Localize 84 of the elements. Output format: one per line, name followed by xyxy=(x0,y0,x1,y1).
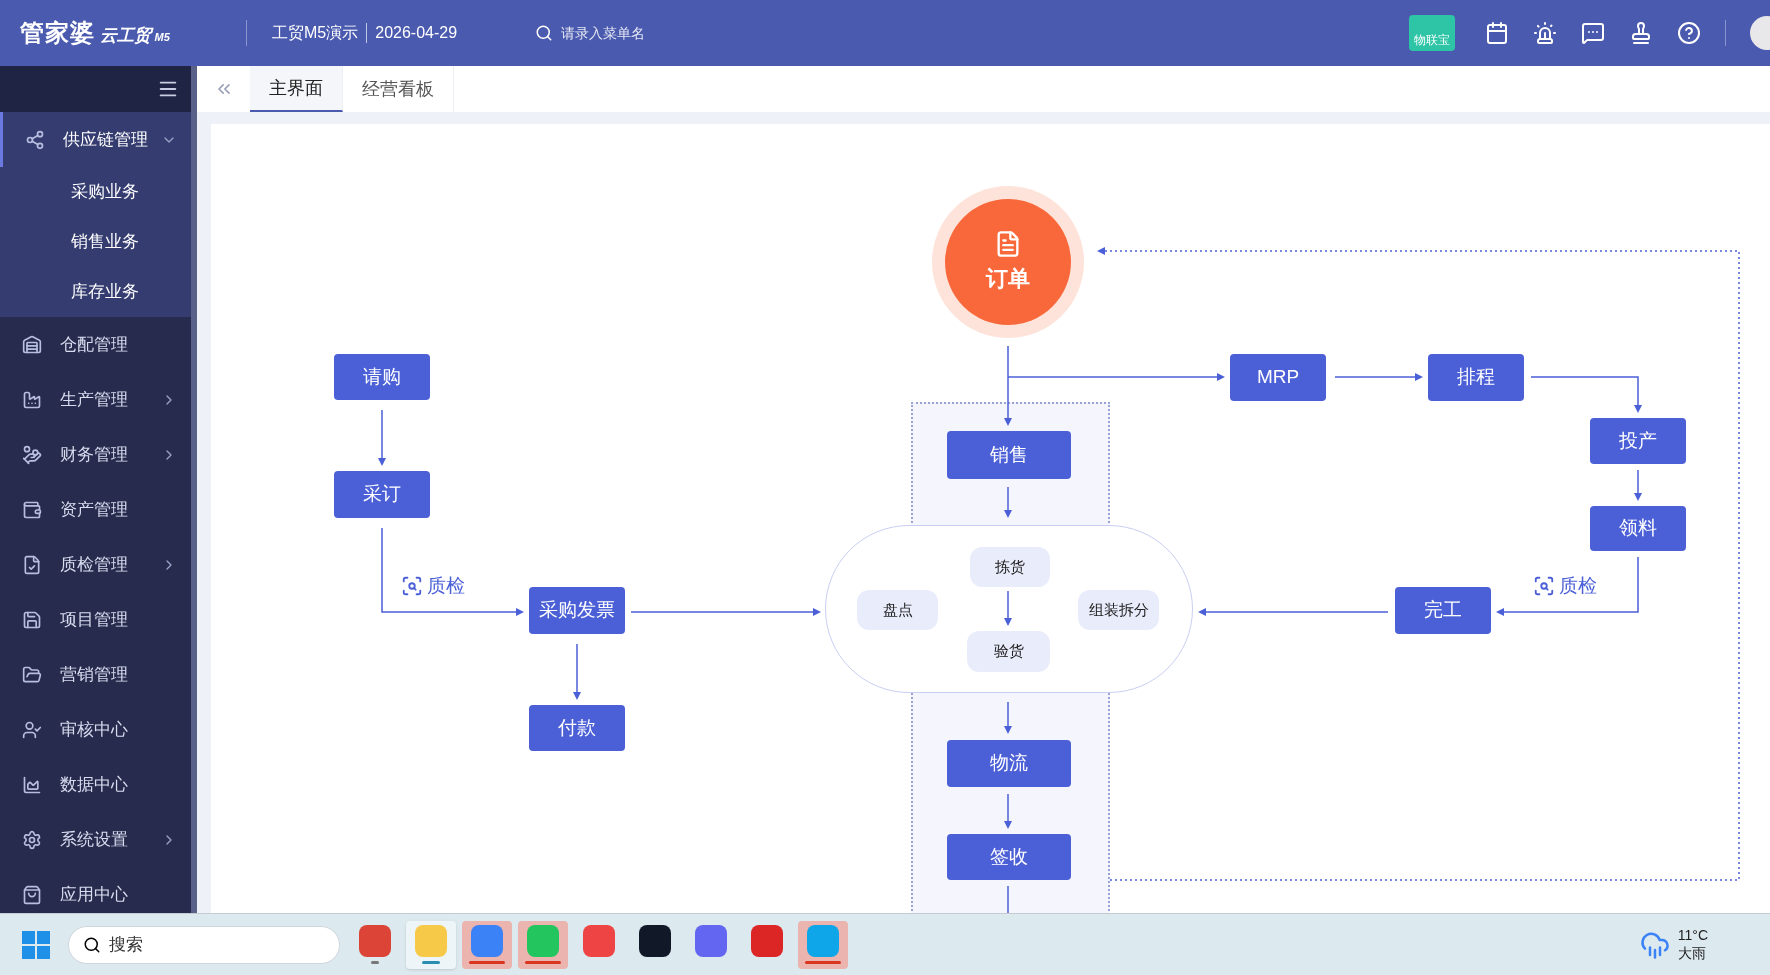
date-text: 2026-04-29 xyxy=(375,23,458,43)
menu-icon xyxy=(22,389,42,410)
menu-icon xyxy=(25,129,45,150)
help-icon[interactable] xyxy=(1677,21,1701,45)
taskbar-search-field[interactable]: 搜索 xyxy=(68,925,340,964)
flow-node[interactable]: 签收 xyxy=(947,834,1071,880)
connector-line xyxy=(1007,885,1009,913)
flow-arrow xyxy=(573,643,581,700)
weather-icon xyxy=(1639,929,1670,960)
flow-node[interactable]: 请购 xyxy=(334,354,430,400)
flow-node[interactable]: MRP xyxy=(1230,354,1326,401)
menu-icon xyxy=(22,664,42,685)
tab[interactable]: 经营看板 xyxy=(343,66,454,112)
flow-arrow xyxy=(378,409,386,466)
sidebar-subitem[interactable]: 库存业务 xyxy=(0,267,191,317)
app-icon xyxy=(639,925,671,957)
start-button[interactable] xyxy=(22,930,50,959)
inspection-icon xyxy=(1533,575,1555,597)
sidebar-item[interactable]: 项目管理 xyxy=(0,592,191,647)
menu-icon xyxy=(22,444,42,465)
sidebar-item[interactable]: 财务管理 xyxy=(0,427,191,482)
logo-text: 管家婆 xyxy=(20,18,96,48)
sidebar-item[interactable]: 质检管理 xyxy=(0,537,191,592)
menu-search-field[interactable]: 请录入菜单名 xyxy=(561,22,742,44)
node-label: 订单 xyxy=(986,264,1030,293)
flow-node[interactable]: 付款 xyxy=(529,705,625,751)
sidebar-item[interactable]: 审核中心 xyxy=(0,702,191,757)
sidebar-item[interactable]: 仓配管理 xyxy=(0,317,191,372)
tab[interactable]: 主界面 xyxy=(250,66,343,112)
menu-icon xyxy=(22,884,42,905)
sidebar-item[interactable]: 营销管理 xyxy=(0,647,191,702)
app-icon xyxy=(583,925,615,957)
inspection-icon xyxy=(401,575,423,597)
app-icon xyxy=(695,925,727,957)
flow-node[interactable]: 完工 xyxy=(1395,587,1491,634)
app-icon xyxy=(471,925,503,957)
menu-icon xyxy=(22,499,42,520)
app-icon xyxy=(807,925,839,957)
sidebar-subitem[interactable]: 销售业务 xyxy=(0,217,191,267)
flow-arrow xyxy=(1634,469,1642,501)
sub-node[interactable]: 盘点 xyxy=(857,590,938,630)
temperature: 11°C xyxy=(1677,927,1708,945)
app-icon xyxy=(527,925,559,957)
sub-node[interactable]: 拣货 xyxy=(970,547,1050,587)
calendar-icon[interactable] xyxy=(1485,21,1509,45)
menu-icon xyxy=(22,334,42,355)
sidebar-item[interactable]: 资产管理 xyxy=(0,482,191,537)
sidebar-item[interactable]: 数据中心 xyxy=(0,757,191,812)
message-icon[interactable] xyxy=(1581,21,1605,45)
search-icon xyxy=(535,24,554,42)
search-input[interactable]: 搜索 xyxy=(109,931,229,958)
search-icon xyxy=(83,935,101,954)
sidebar-item[interactable]: 生产管理 xyxy=(0,372,191,427)
menu-icon xyxy=(22,774,42,795)
flow-arrow xyxy=(1004,590,1012,626)
alarm-icon[interactable] xyxy=(1533,21,1557,45)
flow-node[interactable]: 物流 xyxy=(947,740,1071,787)
menu-icon xyxy=(22,554,42,575)
sidebar-subitem[interactable]: 采购业务 xyxy=(0,167,191,217)
sidebar-item[interactable]: 系统设置 xyxy=(0,812,191,867)
flow-arrow xyxy=(1004,793,1012,829)
app-icon xyxy=(359,925,391,957)
menu-icon xyxy=(22,609,42,630)
flow-node[interactable]: 采订 xyxy=(334,471,430,518)
company-name: 工贸M5演示 xyxy=(272,23,359,43)
logo-edition: M5 xyxy=(154,30,170,45)
flow-arrow xyxy=(1004,701,1012,734)
app-icon xyxy=(751,925,783,957)
flow-arrow xyxy=(1004,486,1012,518)
inspection-label: 质检 xyxy=(1559,573,1597,598)
weather-condition: 大雨 xyxy=(1677,944,1707,962)
sub-node[interactable]: 组装拆分 xyxy=(1078,590,1159,630)
stamp-icon[interactable] xyxy=(1629,21,1653,45)
sidebar-item[interactable]: 供应链管理 xyxy=(0,112,191,167)
menu-icon xyxy=(22,719,42,740)
app-icon xyxy=(415,925,447,957)
flow-node[interactable]: 投产 xyxy=(1590,418,1686,464)
flow-node[interactable]: 领料 xyxy=(1590,506,1686,551)
flow-node[interactable]: 销售 xyxy=(947,431,1071,479)
menu-icon xyxy=(22,829,42,850)
flow-node[interactable]: 采购发票 xyxy=(529,587,625,634)
sub-node[interactable]: 验货 xyxy=(967,631,1050,672)
flow-node[interactable]: 排程 xyxy=(1428,354,1524,401)
inspection-label: 质检 xyxy=(427,573,465,598)
